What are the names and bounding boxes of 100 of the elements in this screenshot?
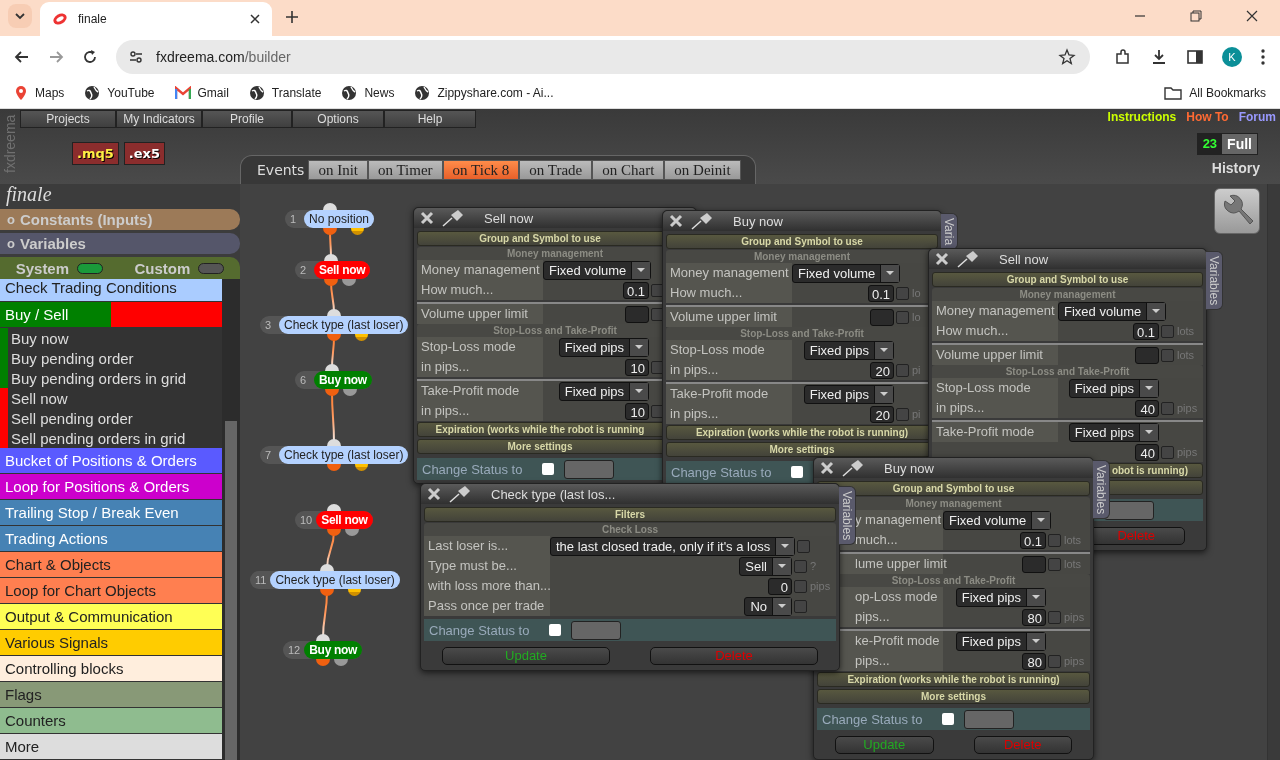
- output-port[interactable]: [348, 589, 361, 596]
- number-field[interactable]: 0.1: [867, 284, 894, 302]
- category-item[interactable]: Various Signals: [0, 630, 222, 656]
- number-field[interactable]: [870, 308, 894, 326]
- number-field[interactable]: 20: [870, 361, 894, 379]
- variables-tab[interactable]: Variables: [839, 486, 856, 546]
- category-item[interactable]: Loop for Chart Objects: [0, 578, 222, 604]
- close-icon[interactable]: [1246, 10, 1258, 23]
- checkbox[interactable]: [542, 463, 554, 475]
- reload-icon[interactable]: [82, 49, 98, 66]
- dropdown[interactable]: Fixed pips: [803, 384, 894, 404]
- header-link[interactable]: How To: [1186, 110, 1229, 124]
- menu-button[interactable]: Projects: [20, 110, 116, 128]
- number-field[interactable]: 0.1: [1019, 531, 1046, 549]
- title-bar[interactable]: Buy now: [663, 211, 941, 231]
- checkbox[interactable]: [1048, 610, 1061, 624]
- close-icon[interactable]: [250, 14, 260, 25]
- number-field[interactable]: 10: [625, 402, 649, 420]
- dropdown[interactable]: No: [744, 596, 792, 616]
- export-button[interactable]: .mq5: [72, 142, 119, 165]
- checkbox[interactable]: [942, 713, 954, 725]
- pin-icon[interactable]: [957, 250, 979, 268]
- menu-button[interactable]: Profile: [202, 110, 292, 128]
- bookmark-link[interactable]: Maps: [14, 85, 65, 101]
- dropdown[interactable]: Fixed volume: [1058, 301, 1167, 321]
- checkbox[interactable]: [1048, 533, 1061, 547]
- toggle-switch[interactable]: [198, 262, 225, 274]
- bookmark-link[interactable]: Translate: [248, 85, 322, 101]
- checkbox[interactable]: [794, 559, 807, 573]
- scrollbar-thumb[interactable]: [225, 421, 237, 760]
- pin-icon[interactable]: [442, 209, 464, 227]
- number-field[interactable]: 20: [870, 405, 894, 423]
- output-port[interactable]: [320, 589, 334, 596]
- flow-node[interactable]: 7 Check type (last loser): [260, 446, 409, 464]
- title-bar[interactable]: Check type (last los...: [421, 484, 839, 504]
- bookmark-link[interactable]: YouTube: [84, 85, 155, 101]
- section-header[interactable]: Group and Symbol to use: [666, 234, 938, 249]
- pin-icon[interactable]: [842, 459, 864, 477]
- category-item[interactable]: Trading Actions: [0, 526, 222, 552]
- star-icon[interactable]: [1058, 48, 1076, 67]
- menu-button[interactable]: Options: [292, 110, 384, 128]
- full-toggle[interactable]: 23 Full: [1196, 133, 1258, 155]
- flow-node[interactable]: 11 Check type (last loser): [250, 571, 400, 589]
- block-item[interactable]: Sell pending orders in grid: [0, 428, 222, 448]
- bookmark-link[interactable]: Gmail: [174, 86, 229, 100]
- block-item[interactable]: Sell pending order: [0, 408, 222, 428]
- status-field[interactable]: [964, 709, 1014, 729]
- update-button[interactable]: Update: [835, 736, 934, 754]
- variables-tab[interactable]: Variables: [1093, 460, 1110, 520]
- variables-tab[interactable]: Varia: [941, 213, 958, 251]
- event-tab[interactable]: on Trade: [519, 160, 593, 180]
- flow-node[interactable]: 12 Buy now: [283, 641, 363, 659]
- section-header[interactable]: Expiration (works while the robot is running): [817, 672, 1090, 687]
- checkbox[interactable]: [794, 599, 807, 613]
- output-port[interactable]: [345, 529, 359, 536]
- category-item[interactable]: Trailing Stop / Break Even: [0, 500, 222, 526]
- section-pill[interactable]: o Variables: [0, 233, 240, 254]
- output-port[interactable]: [324, 279, 338, 286]
- flow-node[interactable]: 3 Check type (last loser): [260, 316, 409, 334]
- dropdown[interactable]: Fixed pips: [558, 337, 649, 357]
- event-tab[interactable]: on Deinit: [664, 160, 741, 180]
- output-port[interactable]: [334, 659, 348, 666]
- event-tab[interactable]: on Tick 8: [442, 160, 520, 180]
- bookmark-link[interactable]: News: [341, 85, 395, 101]
- category-item[interactable]: Check Trading Conditions: [0, 279, 222, 302]
- output-port[interactable]: [342, 279, 356, 286]
- menu-button[interactable]: Help: [384, 110, 476, 128]
- title-bar[interactable]: Buy now: [814, 458, 1093, 478]
- number-field[interactable]: [625, 305, 649, 323]
- profile-avatar[interactable]: K: [1222, 47, 1242, 68]
- history-link[interactable]: History: [1211, 160, 1260, 176]
- number-field[interactable]: 80: [1022, 608, 1046, 626]
- section-header[interactable]: Filters: [424, 507, 836, 522]
- dropdown[interactable]: the last closed trade, only if it's a loss: [550, 536, 796, 556]
- input-port[interactable]: [320, 564, 334, 571]
- title-bar[interactable]: Sell now: [414, 208, 696, 228]
- category-item[interactable]: More: [0, 734, 222, 760]
- more-icon[interactable]: [1260, 48, 1266, 67]
- number-field[interactable]: 10: [625, 358, 649, 376]
- output-port[interactable]: [355, 334, 368, 341]
- number-field[interactable]: 0.1: [1132, 322, 1159, 340]
- input-port[interactable]: [327, 309, 341, 316]
- checkbox[interactable]: [797, 539, 811, 553]
- checkbox[interactable]: [1048, 654, 1061, 668]
- checkbox[interactable]: [896, 363, 909, 377]
- checkbox[interactable]: [1161, 348, 1174, 362]
- status-field[interactable]: [1104, 500, 1154, 520]
- checkbox[interactable]: [896, 407, 909, 421]
- flow-node[interactable]: 1 No position: [285, 210, 375, 228]
- dropdown[interactable]: Fixed volume: [943, 510, 1052, 530]
- checkbox[interactable]: [896, 310, 909, 324]
- status-field[interactable]: [571, 620, 621, 640]
- menu-button[interactable]: My Indicators: [116, 110, 202, 128]
- number-field[interactable]: 40: [1135, 443, 1159, 461]
- update-button[interactable]: Update: [442, 647, 610, 665]
- tab-list-button[interactable]: [8, 4, 32, 29]
- block-item[interactable]: Sell now: [0, 388, 222, 408]
- checkbox[interactable]: [1161, 445, 1174, 459]
- output-port[interactable]: [351, 228, 364, 235]
- checkbox[interactable]: [1048, 557, 1061, 571]
